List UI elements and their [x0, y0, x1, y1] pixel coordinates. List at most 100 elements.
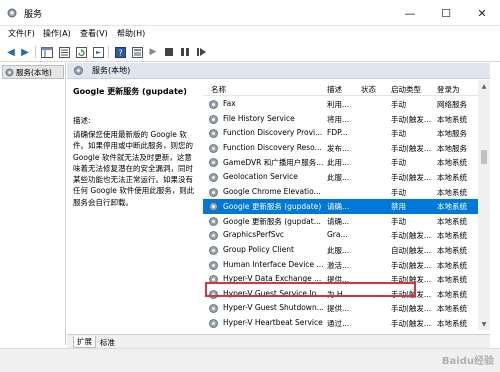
service-row[interactable]: Hyper-V Heartbeat Service 通过... 手动(触发... 本地… [203, 316, 478, 330]
service-logon-as: 本地服务 [437, 143, 467, 153]
service-logon-as: 本地系统 [437, 158, 467, 168]
service-description: 利用... [327, 100, 350, 109]
export-list-icon[interactable] [91, 45, 105, 59]
menu-help[interactable]: 帮助(H) [117, 28, 145, 39]
title-bar: 服务 — ☐ ✕ [0, 0, 500, 26]
services-gear-icon [74, 66, 83, 75]
service-row[interactable]: Geolocation Service 此服... 手动(触发... 本地系统 [203, 170, 478, 185]
menu-view[interactable]: 查看(V) [80, 28, 108, 39]
close-button[interactable]: ✕ [464, 0, 500, 26]
view-tabs: 扩展 标准 [67, 334, 490, 348]
forward-icon[interactable]: ▶ [18, 45, 32, 59]
service-gear-icon [209, 246, 218, 255]
vertical-scrollbar[interactable]: ▲ ▼ [478, 80, 490, 330]
service-gear-icon [209, 158, 218, 168]
service-startup-type: 手动(触发... [391, 173, 432, 182]
service-gear-icon [209, 319, 218, 328]
service-row[interactable]: Fax 利用... 手动 网络服务 [203, 97, 478, 112]
service-name: Google 更新服务 (gupdat... [223, 216, 321, 226]
watermark: Baidu经验 [441, 356, 494, 367]
service-startup-type: 手动(触发... [391, 143, 432, 153]
column-status[interactable]: 状态 [361, 84, 376, 95]
service-row[interactable]: Google 更新服务 (gupdat... 请确... 手动 本地系统 [203, 214, 478, 229]
service-startup-type: 手动(触发... [391, 304, 432, 314]
console-tree: 服务(本地) [0, 63, 66, 345]
service-name: GraphicsPerfSvc [223, 230, 285, 240]
service-row[interactable]: Google 更新服务 (gupdate) 请确... 禁用 本地系统 [203, 199, 478, 214]
column-startup-type[interactable]: 启动类型 [391, 84, 421, 95]
window-title: 服务 [24, 10, 43, 20]
tab-standard[interactable]: 标准 [97, 336, 118, 348]
service-startup-type: 手动 [391, 187, 406, 197]
description-label: 描述: [73, 116, 91, 125]
start-service-icon[interactable]: ▶ [146, 45, 160, 59]
svg-text:?: ? [118, 48, 122, 57]
menu-action[interactable]: 操作(A) [43, 28, 71, 39]
show-console-tree-icon[interactable] [40, 45, 54, 59]
services-gear-icon [7, 8, 17, 18]
column-logon-as[interactable]: 登录为 [437, 84, 460, 95]
service-gear-icon [209, 114, 218, 124]
tab-extended[interactable]: 扩展 [73, 336, 96, 348]
tree-item-label: 服务(本地) [16, 67, 52, 77]
scroll-down-icon[interactable]: ▼ [478, 318, 490, 330]
service-startup-type: 自动(触发... [391, 246, 432, 255]
service-row[interactable]: Group Policy Client 此服... 自动(触发... 本地系统 [203, 243, 478, 258]
service-description: 请确... [327, 216, 350, 226]
service-gear-icon [209, 143, 218, 153]
service-logon-as: 本地系统 [437, 260, 467, 270]
service-row[interactable]: Function Discovery Reso... 发布... 手动(触发... 本… [203, 141, 478, 156]
service-row[interactable]: GraphicsPerfSvc Gra... 手动(触发... 本地系统 [203, 228, 478, 243]
selected-service-title: Google 更新服务 (gupdate) [73, 87, 187, 96]
service-description: 此用... [327, 158, 350, 168]
column-name[interactable]: 名称 [211, 84, 226, 95]
service-row[interactable]: File History Service 将用... 手动(触发... 本地系统 [203, 112, 478, 127]
help-icon[interactable]: ? [113, 45, 127, 59]
refresh-icon[interactable] [74, 45, 88, 59]
service-name: File History Service [223, 113, 295, 123]
list-icon[interactable] [57, 45, 71, 59]
service-row[interactable]: Google Chrome Elevatio... 手动 本地系统 [203, 185, 478, 200]
service-description: 此服... [327, 173, 350, 182]
service-gear-icon [209, 231, 218, 241]
scroll-up-icon[interactable]: ▲ [478, 80, 490, 92]
service-row[interactable]: Function Discovery Provi... FDP... 手动 本地服务 [203, 126, 478, 141]
service-description: Gra... [327, 230, 348, 240]
minimize-button[interactable]: — [392, 0, 428, 26]
service-row[interactable]: Human Interface Device ... 激活... 手动(触发... 本… [203, 258, 478, 273]
service-name: Group Policy Client [223, 245, 294, 254]
service-gear-icon [209, 129, 218, 139]
service-startup-type: 手动 [391, 158, 406, 168]
column-description[interactable]: 描述 [327, 84, 342, 95]
service-startup-type: 手动(触发... [391, 231, 432, 241]
status-bar: Baidu经验 [0, 348, 500, 372]
service-startup-type: 禁用 [391, 202, 406, 212]
service-startup-type: 手动(触发... [391, 114, 432, 124]
description-text: 请确保您使用最新版的 Google 软件。如果停用或中断此服务，则您的 Goog… [73, 130, 195, 207]
service-row[interactable]: GameDVR 和广播用户服务... 此用... 手动 本地系统 [203, 155, 478, 170]
toolbar-separator [35, 46, 36, 58]
service-name: Google 更新服务 (gupdate) [223, 202, 322, 212]
service-logon-as: 本地系统 [437, 275, 467, 285]
toolbar-separator [108, 46, 109, 58]
maximize-button[interactable]: ☐ [428, 0, 464, 26]
service-gear-icon [209, 260, 218, 270]
scroll-thumb[interactable] [481, 150, 487, 164]
service-name: Hyper-V Guest Shutdown... [223, 303, 323, 313]
service-description: 请确... [327, 202, 350, 212]
service-row[interactable]: Hyper-V Guest Shutdown... 提供... 手动(触发... 本地… [203, 301, 478, 316]
service-logon-as: 本地系统 [437, 289, 467, 299]
service-logon-as: 本地系统 [437, 202, 467, 212]
stop-service-icon[interactable] [162, 45, 176, 59]
properties-icon[interactable] [130, 45, 144, 59]
service-description: 通过... [327, 319, 350, 328]
back-icon[interactable]: ◀ [4, 45, 18, 59]
menu-bar: 文件(F) 操作(A) 查看(V) 帮助(H) [0, 26, 500, 42]
service-name: GameDVR 和广播用户服务... [223, 158, 323, 168]
service-logon-as: 本地系统 [437, 187, 467, 197]
tree-item-services-local[interactable]: 服务(本地) [2, 65, 64, 79]
panel-header: 服务(本地) [67, 63, 490, 79]
restart-service-icon[interactable] [194, 45, 208, 59]
pause-service-icon[interactable] [178, 45, 192, 59]
menu-file[interactable]: 文件(F) [8, 28, 35, 39]
